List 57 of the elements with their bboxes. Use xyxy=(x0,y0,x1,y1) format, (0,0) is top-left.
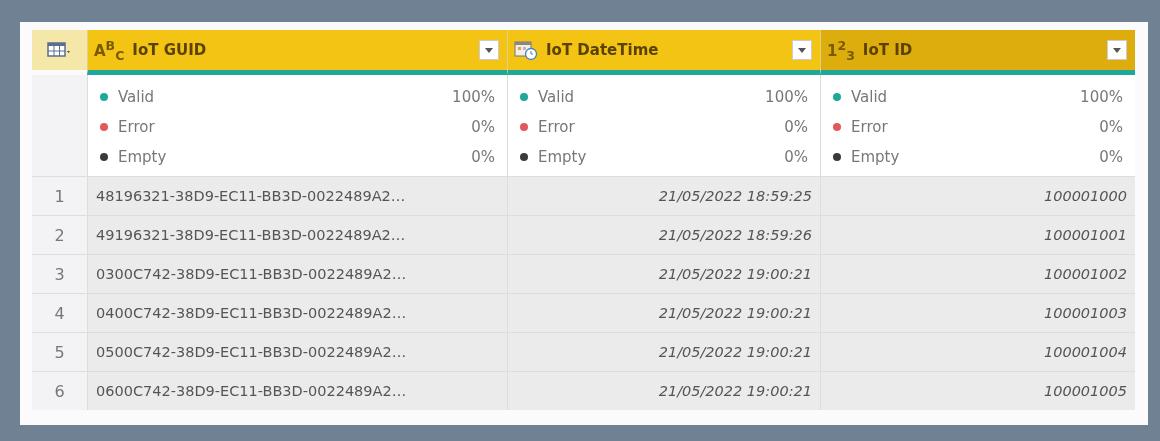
filter-dropdown[interactable] xyxy=(1107,40,1127,60)
column-name: IoT DateTime xyxy=(546,41,660,59)
quality-percent: 0% xyxy=(471,117,495,136)
table-cell: 0300C742-38D9-EC11-BB3D-0022489A2… xyxy=(87,254,507,293)
row-number: 3 xyxy=(32,254,87,293)
table-cell: 100001005 xyxy=(820,371,1135,410)
quality-label: Empty xyxy=(851,147,901,166)
caret-icon xyxy=(1113,47,1121,53)
table-cell: 21/05/2022 18:59:26 xyxy=(507,215,820,254)
column-name: IoT ID xyxy=(862,41,914,59)
table-cell: 100001000 xyxy=(820,176,1135,215)
column-name: IoT GUID xyxy=(132,41,208,59)
column-header[interactable]: IoT DateTime xyxy=(507,30,820,75)
quality-label: Valid xyxy=(118,87,156,106)
quality-label: Empty xyxy=(118,147,168,166)
table-cell: 100001001 xyxy=(820,215,1135,254)
filter-dropdown[interactable] xyxy=(792,40,812,60)
quality-percent: 0% xyxy=(784,147,808,166)
table-cell: 0500C742-38D9-EC11-BB3D-0022489A2… xyxy=(87,332,507,371)
filter-dropdown[interactable] xyxy=(479,40,499,60)
table-cell: 21/05/2022 18:59:25 xyxy=(507,176,820,215)
row-number: 6 xyxy=(32,371,87,410)
quality-percent: 100% xyxy=(1080,87,1123,106)
table-grid-icon xyxy=(46,42,73,58)
quality-percent: 0% xyxy=(1099,117,1123,136)
caret-icon xyxy=(798,47,806,53)
quality-label: Valid xyxy=(851,87,889,106)
table-cell: 48196321-38D9-EC11-BB3D-0022489A2… xyxy=(87,176,507,215)
quality-label: Empty xyxy=(538,147,588,166)
quality-percent: 100% xyxy=(452,87,495,106)
table-cell: 21/05/2022 19:00:21 xyxy=(507,254,820,293)
table-cell: 100001003 xyxy=(820,293,1135,332)
row-number: 2 xyxy=(32,215,87,254)
table-cell: 0400C742-38D9-EC11-BB3D-0022489A2… xyxy=(87,293,507,332)
table-cell: 49196321-38D9-EC11-BB3D-0022489A2… xyxy=(87,215,507,254)
calendar-clock-icon xyxy=(514,39,538,61)
table-menu-button[interactable] xyxy=(32,30,87,70)
table-cell: 0600C742-38D9-EC11-BB3D-0022489A2… xyxy=(87,371,507,410)
table-cell: 100001002 xyxy=(820,254,1135,293)
table-cell: 21/05/2022 19:00:21 xyxy=(507,332,820,371)
quality-label: Error xyxy=(538,117,576,136)
table-cell: 21/05/2022 19:00:21 xyxy=(507,293,820,332)
quality-label: Error xyxy=(118,117,156,136)
row-number: 1 xyxy=(32,176,87,215)
quality-percent: 0% xyxy=(471,147,495,166)
caret-icon xyxy=(485,47,493,53)
quality-label: Valid xyxy=(538,87,576,106)
table-cell: 21/05/2022 19:00:21 xyxy=(507,371,820,410)
quality-percent: 0% xyxy=(784,117,808,136)
column-header[interactable]: 1$^{2}$$_{3}$ IoT ID xyxy=(820,30,1135,75)
column-header[interactable]: A$^{B}$$_{C}$ IoT GUID xyxy=(87,30,507,75)
row-number: 5 xyxy=(32,332,87,371)
quality-percent: 0% xyxy=(1099,147,1123,166)
table-cell: 100001004 xyxy=(820,332,1135,371)
quality-percent: 100% xyxy=(765,87,808,106)
quality-label: Error xyxy=(851,117,889,136)
row-number: 4 xyxy=(32,293,87,332)
